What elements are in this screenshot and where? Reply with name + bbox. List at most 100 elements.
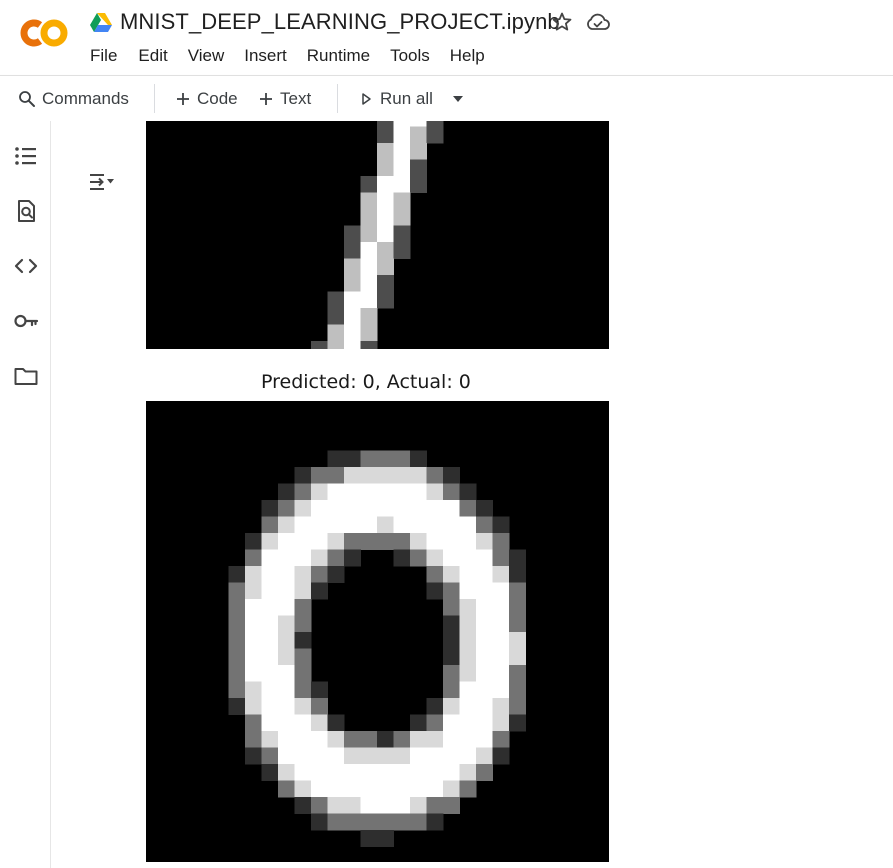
pixel (261, 648, 279, 666)
pixel (459, 516, 477, 534)
pixel (377, 516, 394, 534)
menu-insert[interactable]: Insert (244, 46, 287, 66)
pixel (228, 599, 246, 616)
secrets-key-icon[interactable] (13, 308, 39, 334)
pixel (476, 632, 493, 649)
pixel (459, 714, 477, 732)
pixel (311, 731, 328, 748)
pixel (344, 450, 361, 468)
pixel (393, 126, 411, 144)
pixel (278, 582, 295, 600)
pixel (278, 599, 295, 616)
pixel (327, 308, 345, 325)
pixel (294, 533, 312, 550)
pixel (245, 681, 262, 699)
pixel (377, 731, 394, 748)
menu-edit[interactable]: Edit (138, 46, 167, 66)
pixel (393, 483, 411, 501)
google-drive-icon[interactable] (90, 12, 112, 32)
add-text-cell-button[interactable]: Text (258, 76, 311, 121)
pixel (311, 698, 328, 715)
cloud-saved-icon[interactable] (585, 11, 611, 33)
pixel (377, 533, 394, 550)
menu-help[interactable]: Help (450, 46, 485, 66)
run-all-button[interactable]: Run all (358, 76, 433, 121)
colab-logo-icon[interactable] (18, 16, 70, 50)
pixel (261, 681, 279, 699)
pixel (426, 698, 444, 715)
pixel (459, 582, 477, 600)
pixel (443, 731, 460, 748)
pixel (294, 599, 312, 616)
pixel (476, 648, 493, 666)
pixel (327, 566, 345, 583)
pixel (278, 500, 295, 517)
notebook-content: Predicted: 0, Actual: 0 (51, 121, 893, 868)
pixel (459, 665, 477, 682)
pixel (344, 549, 361, 567)
pixel (426, 533, 444, 550)
pixel (311, 582, 328, 600)
menu-view[interactable]: View (188, 46, 225, 66)
find-replace-icon[interactable] (13, 198, 39, 224)
pixel (360, 500, 378, 517)
pixel (426, 549, 444, 567)
menu-file[interactable]: File (90, 46, 117, 66)
pixel (377, 143, 394, 160)
pixel (327, 747, 345, 765)
app-header: MNIST_DEEP_LEARNING_PROJECT.ipynb File E… (0, 0, 893, 75)
pixel (426, 467, 444, 484)
pixel (492, 714, 510, 732)
run-options-dropdown[interactable] (450, 76, 472, 121)
pixel (228, 566, 246, 583)
pixel (393, 549, 411, 567)
pixel (344, 467, 361, 484)
pixel (509, 714, 526, 732)
pixel (377, 209, 394, 226)
pixel (278, 516, 295, 534)
pixel (261, 764, 279, 781)
pixel (344, 731, 361, 748)
pixel (278, 549, 295, 567)
pixel (261, 500, 279, 517)
pixel (360, 209, 378, 226)
menu-tools[interactable]: Tools (390, 46, 430, 66)
pixel (393, 500, 411, 517)
pixel (426, 500, 444, 517)
pixel (443, 615, 460, 633)
pixel (443, 681, 460, 699)
pixel (360, 764, 378, 781)
files-folder-icon[interactable] (13, 363, 39, 389)
pixel (410, 764, 427, 781)
star-icon[interactable] (550, 10, 574, 34)
pixel (294, 764, 312, 781)
pixel (344, 483, 361, 501)
output-toggle-icon[interactable] (88, 169, 118, 195)
table-of-contents-icon[interactable] (13, 143, 39, 169)
notebook-title[interactable]: MNIST_DEEP_LEARNING_PROJECT.ipynb (120, 9, 560, 35)
commands-button[interactable]: Commands (18, 76, 129, 121)
pixel (393, 533, 411, 550)
pixel (245, 599, 262, 616)
pixel (426, 780, 444, 798)
pixel (344, 258, 361, 276)
add-code-cell-button[interactable]: Code (175, 76, 238, 121)
code-snippets-icon[interactable] (13, 253, 39, 279)
pixel (410, 121, 427, 127)
pixel (327, 516, 345, 534)
pixel (311, 764, 328, 781)
pixel (492, 516, 510, 534)
menu-runtime[interactable]: Runtime (307, 46, 370, 66)
pixel (459, 483, 477, 501)
pixel (393, 450, 411, 468)
pixel (377, 450, 394, 468)
pixel (393, 780, 411, 798)
pixel (393, 731, 411, 748)
pixel (393, 159, 411, 177)
pixel (443, 500, 460, 517)
pixel (377, 830, 394, 847)
pixel (327, 780, 345, 798)
pixel (509, 632, 526, 649)
pixel (278, 533, 295, 550)
pixel (344, 275, 361, 292)
